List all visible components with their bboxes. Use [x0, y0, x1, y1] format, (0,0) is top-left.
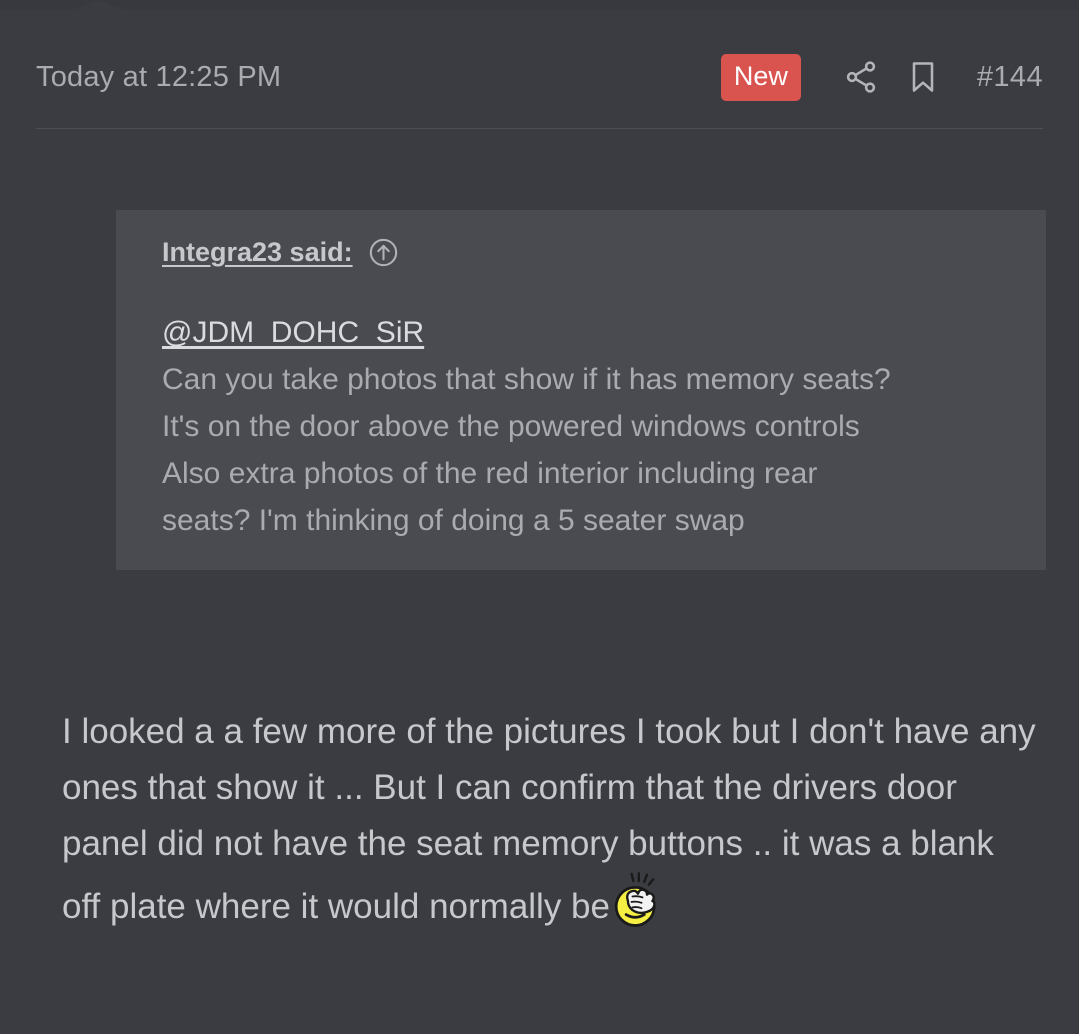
post-container: Today at 12:25 PM New #144 Integra23 sai…	[0, 14, 1079, 1034]
quote-line: Can you take photos that show if it has …	[162, 363, 891, 397]
quote-attribution[interactable]: Integra23 said:	[162, 236, 1046, 269]
quote-line: It's on the door above the powered windo…	[162, 410, 860, 444]
quote-line: Also extra photos of the red interior in…	[162, 457, 818, 491]
bookmark-icon[interactable]	[901, 55, 945, 99]
post-number[interactable]: #144	[977, 61, 1043, 94]
quote-line: seats? I'm thinking of doing a 5 seater …	[162, 504, 745, 538]
post-header-actions: New #144	[720, 53, 1043, 101]
new-badge: New	[720, 53, 801, 101]
post-body: I looked a a few more of the pictures I …	[62, 704, 1037, 935]
pointer-notch	[62, 0, 136, 14]
post-body-text: I looked a a few more of the pictures I …	[62, 712, 1036, 926]
post-header: Today at 12:25 PM New #144	[36, 48, 1043, 106]
post-pointer-strip	[0, 0, 1079, 14]
facepalm-emoji	[608, 872, 666, 930]
header-divider	[36, 128, 1043, 129]
quote-mention-link[interactable]: @JDM_DOHC_SiR	[162, 309, 1006, 356]
share-icon[interactable]	[839, 55, 883, 99]
circle-arrow-up-icon[interactable]	[367, 236, 400, 269]
post-timestamp[interactable]: Today at 12:25 PM	[36, 61, 281, 94]
quote-body: @JDM_DOHC_SiR Can you take photos that s…	[162, 309, 1046, 544]
quote-author-label[interactable]: Integra23 said:	[162, 237, 353, 268]
quote-block: Integra23 said: @JDM_DOHC_SiR Can you ta…	[116, 210, 1046, 571]
